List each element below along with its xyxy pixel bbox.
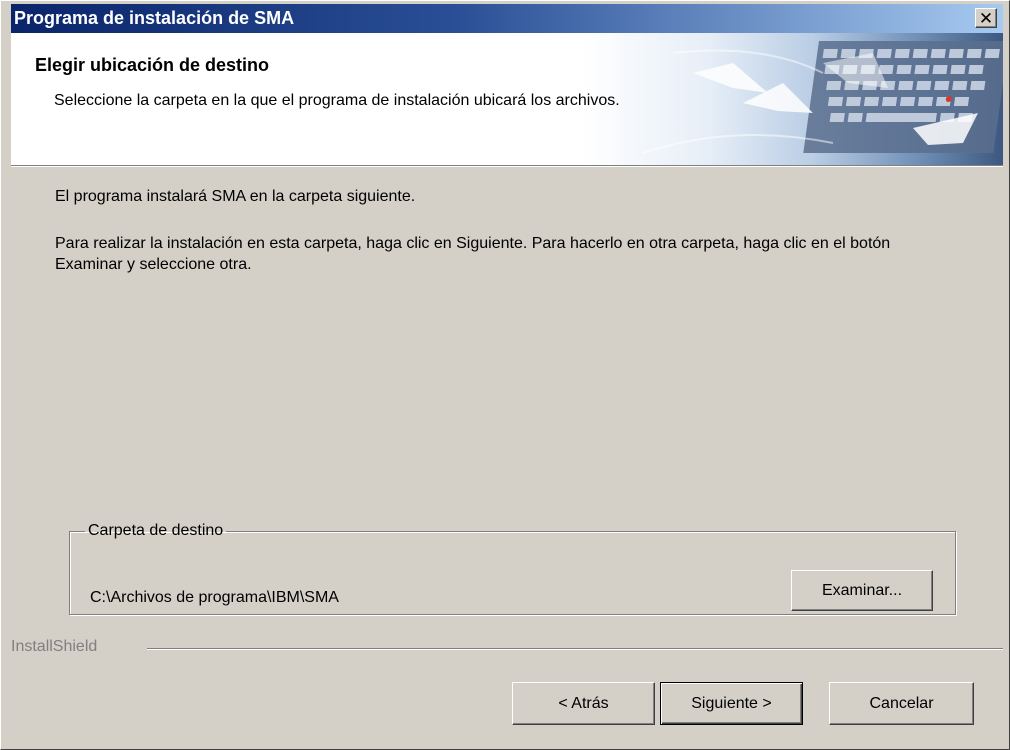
browse-button[interactable]: Examinar... [791, 570, 933, 611]
next-button[interactable]: Siguiente > [660, 682, 803, 725]
page-title: Elegir ubicación de destino [35, 55, 270, 75]
back-button[interactable]: < Atrás [512, 682, 655, 725]
page-description: Seleccione la carpeta en la que el progr… [54, 92, 620, 109]
close-button[interactable]: ✕ [975, 8, 997, 28]
installshield-brand: InstallShield [11, 638, 98, 655]
wizard-header: Elegir ubicación de destino Seleccione l… [11, 33, 1003, 165]
cancel-button[interactable]: Cancelar [829, 682, 974, 725]
destination-folder-group: Carpeta de destino C:\Archivos de progra… [69, 522, 956, 615]
info-text-1: El programa instalará SMA en la carpeta … [55, 188, 416, 205]
info-text-2: Para realizar la instalación en esta car… [55, 235, 891, 273]
title-bar[interactable]: Programa de instalación de SMA ✕ [11, 4, 1003, 33]
destination-path: C:\Archivos de programa\IBM\SMA [90, 589, 339, 606]
window-title: Programa de instalación de SMA [14, 8, 295, 28]
installer-window: Programa de instalación de SMA ✕ Elegir … [0, 0, 1010, 750]
footer-divider [147, 648, 1003, 650]
destination-folder-legend: Carpeta de destino [88, 522, 224, 539]
header-divider [11, 165, 1003, 167]
close-icon: ✕ [978, 8, 994, 28]
